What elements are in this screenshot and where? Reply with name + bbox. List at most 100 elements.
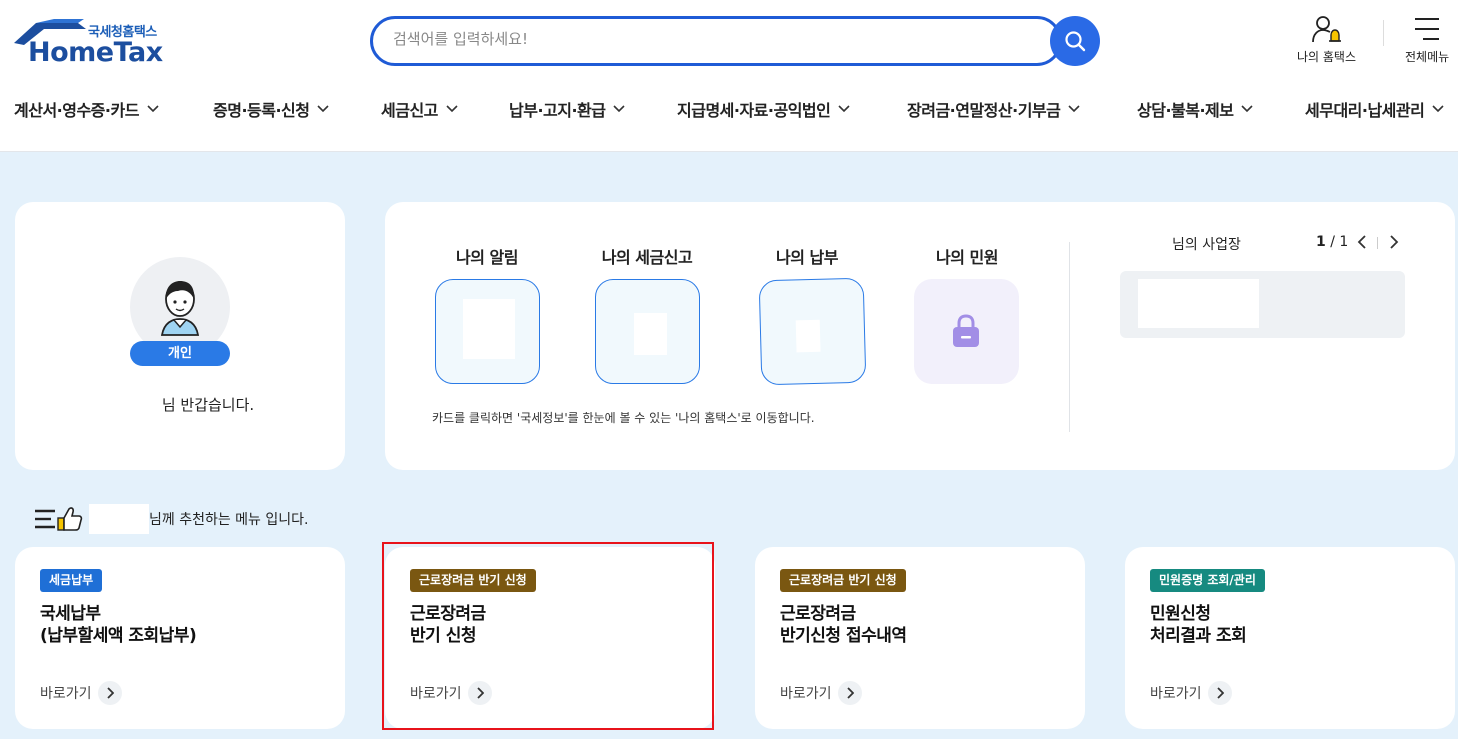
greeting-text: 님 반갑습니다. (161, 396, 255, 414)
shortcut-link[interactable]: 바로가기 (410, 681, 492, 705)
recommend-heading-text: 님께 추천하는 메뉴 입니다. (149, 512, 309, 528)
business-info-box[interactable] (1120, 271, 1405, 338)
shortcut-label: 바로가기 (780, 686, 832, 702)
card-title-line: 국세납부 (40, 604, 101, 624)
redacted-value (1138, 279, 1259, 328)
category-badge: 민원증명 조회/관리 (1150, 569, 1265, 592)
redacted-value (463, 299, 515, 359)
user-bell-icon (1311, 16, 1341, 43)
shortcut-label: 바로가기 (40, 686, 92, 702)
my-notice-card[interactable] (435, 279, 540, 384)
recommend-card-incentive-apply[interactable]: 근로장려금 반기 신청 근로장려금 반기 신청 바로가기 (385, 547, 715, 729)
recommend-card-tax-payment[interactable]: 세금납부 국세납부 (납부할세액 조회납부) 바로가기 (15, 547, 345, 729)
lock-icon (953, 314, 979, 347)
redacted-name (89, 504, 149, 534)
category-badge: 근로장려금 반기 신청 (410, 569, 536, 592)
category-badge: 세금납부 (40, 569, 103, 592)
pager-next-button[interactable] (1385, 233, 1403, 251)
card-title-line: 반기 신청 (410, 626, 476, 646)
main-content: 개인 님 반갑습니다. 나의 알림 나의 세금신고 나의 납부 나의 민원 카드… (0, 152, 1458, 739)
my-hometax-card: 나의 알림 나의 세금신고 나의 납부 나의 민원 카드를 클릭하면 '국세정보… (385, 202, 1455, 470)
all-menu-button[interactable]: 전체메뉴 (1405, 14, 1449, 65)
chevron-left-icon (1357, 235, 1366, 249)
my-item-label-wrap: 나의 민원 (907, 244, 1027, 268)
redacted-value (634, 313, 667, 355)
arrow-right-icon (97, 681, 122, 705)
card-title-line: 근로장려금 (410, 604, 486, 624)
global-nav: 계산서·영수증·카드 증명·등록·신청 세금신고 납부·고지·환급 지급명세·자… (0, 97, 1458, 127)
chevron-down-icon (1068, 105, 1080, 113)
search-input[interactable] (393, 30, 1033, 48)
shortcut-link[interactable]: 바로가기 (40, 681, 122, 705)
shortcut-label: 바로가기 (410, 686, 462, 702)
gnb-item-statements[interactable]: 지급명세·자료·공익법인 (677, 97, 850, 121)
util-divider (1383, 20, 1384, 46)
logo-title: HomeTax (28, 37, 163, 68)
gnb-item-tax-filing[interactable]: 세금신고 (381, 97, 458, 121)
gnb-item-label: 증명·등록·신청 (213, 101, 310, 120)
card-title-line: (납부할세액 조회납부) (40, 626, 197, 646)
gnb-item-consulting[interactable]: 상담·불복·제보 (1137, 97, 1254, 121)
search-box (370, 16, 1062, 66)
shortcut-link[interactable]: 바로가기 (1150, 681, 1232, 705)
card-title-line: 민원신청 (1150, 604, 1211, 624)
chevron-down-icon (838, 105, 850, 113)
gnb-item-label: 세금신고 (381, 101, 438, 120)
gnb-item-incentives[interactable]: 장려금·연말정산·기부금 (907, 97, 1080, 121)
my-tax-filing-card[interactable] (595, 279, 700, 384)
my-item-label-wrap: 나의 납부 (747, 244, 867, 268)
card-title-line: 반기신청 접수내역 (780, 626, 907, 646)
recommend-card-civil-result[interactable]: 민원증명 조회/관리 민원신청 처리결과 조회 바로가기 (1125, 547, 1455, 729)
header: 국세청홈택스 HomeTax 나의 홈택스 전체메뉴 계산서·영수증·카드 (0, 0, 1458, 152)
gnb-item-certificates[interactable]: 증명·등록·신청 (213, 97, 330, 121)
hamburger-icon (1415, 18, 1440, 40)
card-title-line: 처리결과 조회 (1150, 626, 1247, 646)
my-hometax-button[interactable]: 나의 홈택스 (1297, 14, 1356, 65)
vertical-divider (1069, 242, 1070, 432)
gnb-item-label: 장려금·연말정산·기부금 (907, 101, 1061, 120)
gnb-item-receipts[interactable]: 계산서·영수증·카드 (14, 97, 159, 121)
chevron-down-icon (613, 105, 626, 113)
pager-total: / 1 (1325, 234, 1349, 250)
card-title: 국세납부 (납부할세액 조회납부) (40, 603, 197, 647)
business-title: 님의 사업장 (1172, 237, 1241, 253)
gnb-item-tax-agent[interactable]: 세무대리·납세관리 (1305, 97, 1444, 121)
card-title: 근로장려금 반기 신청 (410, 603, 486, 647)
gnb-item-label: 지급명세·자료·공익법인 (677, 101, 831, 120)
business-pager: 1 / 1 (1316, 234, 1348, 250)
search-button[interactable] (1050, 16, 1100, 66)
gnb-item-label: 세무대리·납세관리 (1305, 101, 1425, 120)
card-title: 근로장려금 반기신청 접수내역 (780, 603, 907, 647)
my-notice-label: 나의 알림 (456, 248, 518, 267)
my-payment-card[interactable] (758, 277, 867, 386)
arrow-right-icon (837, 681, 862, 705)
my-civil-label: 나의 민원 (936, 248, 998, 267)
all-menu-label: 전체메뉴 (1405, 50, 1450, 64)
thumbs-up-list-icon (35, 507, 83, 531)
category-badge: 근로장려금 반기 신청 (780, 569, 906, 592)
pager-prev-button[interactable] (1353, 233, 1371, 251)
arrow-right-icon (467, 681, 492, 705)
gnb-item-label: 상담·불복·제보 (1137, 101, 1234, 120)
profile-card: 개인 님 반갑습니다. (15, 202, 345, 470)
shortcut-label: 바로가기 (1150, 686, 1202, 702)
my-civil-card[interactable] (914, 279, 1019, 384)
chevron-down-icon (1432, 105, 1444, 113)
user-type-badge: 개인 (130, 341, 230, 366)
search-icon (1065, 31, 1086, 52)
card-title: 민원신청 처리결과 조회 (1150, 603, 1247, 647)
hometax-logo[interactable]: 국세청홈택스 HomeTax (14, 17, 169, 68)
arrow-right-icon (1207, 681, 1232, 705)
shortcut-link[interactable]: 바로가기 (780, 681, 862, 705)
my-item-label-wrap: 나의 세금신고 (587, 244, 707, 268)
gnb-item-payment[interactable]: 납부·고지·환급 (509, 97, 626, 121)
my-hometax-label: 나의 홈택스 (1297, 50, 1357, 64)
gnb-item-label: 계산서·영수증·카드 (14, 101, 139, 120)
recommend-card-incentive-history[interactable]: 근로장려금 반기 신청 근로장려금 반기신청 접수내역 바로가기 (755, 547, 1085, 729)
my-hometax-note: 카드를 클릭하면 '국세정보'를 한눈에 볼 수 있는 '나의 홈택스'로 이동… (432, 411, 815, 425)
redacted-value (795, 319, 821, 353)
pager-divider (1377, 237, 1378, 249)
chevron-down-icon (446, 105, 458, 113)
recommend-heading: 님께 추천하는 메뉴 입니다. (33, 504, 308, 534)
card-title-line: 근로장려금 (780, 604, 856, 624)
